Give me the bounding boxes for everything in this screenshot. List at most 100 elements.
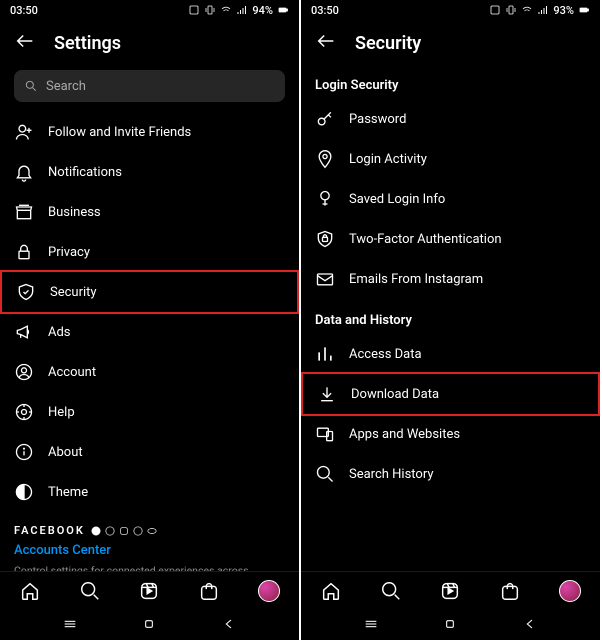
item-label: Password [349,112,406,127]
signal-icon [236,4,248,16]
item-emails[interactable]: Emails From Instagram [301,259,600,299]
vibrate-icon [505,4,517,16]
fb-icon [91,526,101,536]
back-button[interactable] [522,616,538,632]
ig-icon [119,526,129,536]
wifi-icon [521,4,533,16]
bottom-nav [0,571,299,610]
oculus-icon [147,526,157,536]
status-time: 03:50 [311,4,339,17]
home-icon[interactable] [320,580,342,602]
item-label: Business [48,205,101,220]
home-button[interactable] [442,616,458,632]
accounts-center-desc: Control settings for connected experienc… [0,562,299,571]
item-help[interactable]: Help [0,392,299,432]
section-login-security: Login Security [301,64,600,99]
shop-icon[interactable] [499,580,521,602]
mail-icon [315,269,335,289]
profile-icon[interactable] [559,580,581,602]
item-label: Apps and Websites [349,427,460,442]
person-plus-icon [14,122,34,142]
item-label: Notifications [48,165,122,180]
search-nav-icon[interactable] [380,580,402,602]
settings-list: Follow and Invite Friends Notifications … [0,112,299,571]
item-notifications[interactable]: Notifications [0,152,299,192]
header: Security [301,20,600,64]
megaphone-icon [14,322,34,342]
page-title: Settings [54,33,121,54]
facebook-label: FACEBOOK [14,524,85,537]
back-button[interactable] [221,616,237,632]
facebook-icons [91,526,157,536]
storefront-icon [14,202,34,222]
reels-icon[interactable] [439,580,461,602]
item-password[interactable]: Password [301,99,600,139]
item-follow-invite[interactable]: Follow and Invite Friends [0,112,299,152]
item-privacy[interactable]: Privacy [0,232,299,272]
item-label: About [48,445,83,460]
location-icon [315,149,335,169]
item-theme[interactable]: Theme [0,472,299,512]
item-label: Saved Login Info [349,192,445,207]
item-account[interactable]: Account [0,352,299,392]
item-label: Access Data [349,347,422,362]
system-nav [0,610,299,640]
item-ads[interactable]: Ads [0,312,299,352]
messenger-icon [105,526,115,536]
battery-icon [578,4,590,16]
item-about[interactable]: About [0,432,299,472]
item-label: Privacy [48,245,90,260]
recents-button[interactable] [363,616,379,632]
home-button[interactable] [141,616,157,632]
item-business[interactable]: Business [0,192,299,232]
item-label: Login Activity [349,152,427,167]
bell-icon [14,162,34,182]
vibrate-icon [204,4,216,16]
search-placeholder: Search [46,79,86,94]
accounts-center-link[interactable]: Accounts Center [0,539,299,562]
shop-icon[interactable] [198,580,220,602]
item-security[interactable]: Security [0,270,299,314]
item-label: Download Data [351,387,439,402]
item-label: Security [50,285,97,300]
back-icon[interactable] [14,30,36,56]
item-label: Theme [48,485,88,500]
recents-button[interactable] [62,616,78,632]
item-label: Help [48,405,75,420]
item-saved-login[interactable]: Saved Login Info [301,179,600,219]
item-two-factor[interactable]: Two-Factor Authentication [301,219,600,259]
item-label: Ads [48,325,71,340]
reels-icon[interactable] [138,580,160,602]
search-nav-icon[interactable] [79,580,101,602]
item-search-history[interactable]: Search History [301,454,600,494]
whatsapp-icon [133,526,143,536]
avatar [258,580,280,602]
status-bar: 03:50 94% [0,0,299,20]
help-icon [14,402,34,422]
back-icon[interactable] [315,30,337,56]
phone-settings: 03:50 94% Settings Search Follow and Inv… [0,0,299,640]
search-input[interactable]: Search [14,70,285,102]
item-apps-websites[interactable]: Apps and Websites [301,414,600,454]
header: Settings [0,20,299,64]
info-icon [14,442,34,462]
bottom-nav [301,571,600,610]
avatar [559,580,581,602]
bars-icon [315,344,335,364]
home-icon[interactable] [19,580,41,602]
security-list: Login Security Password Login Activity S… [301,64,600,571]
search-icon [24,79,38,93]
key-icon [315,109,335,129]
facebook-row: FACEBOOK [0,512,299,539]
screenshot-icon [188,4,200,16]
item-label: Account [48,365,96,380]
item-download-data[interactable]: Download Data [301,372,600,416]
item-access-data[interactable]: Access Data [301,334,600,374]
theme-icon [14,482,34,502]
page-title: Security [355,33,421,54]
search-history-icon [315,464,335,484]
screenshot-icon [489,4,501,16]
wifi-icon [220,4,232,16]
profile-icon[interactable] [258,580,280,602]
item-login-activity[interactable]: Login Activity [301,139,600,179]
